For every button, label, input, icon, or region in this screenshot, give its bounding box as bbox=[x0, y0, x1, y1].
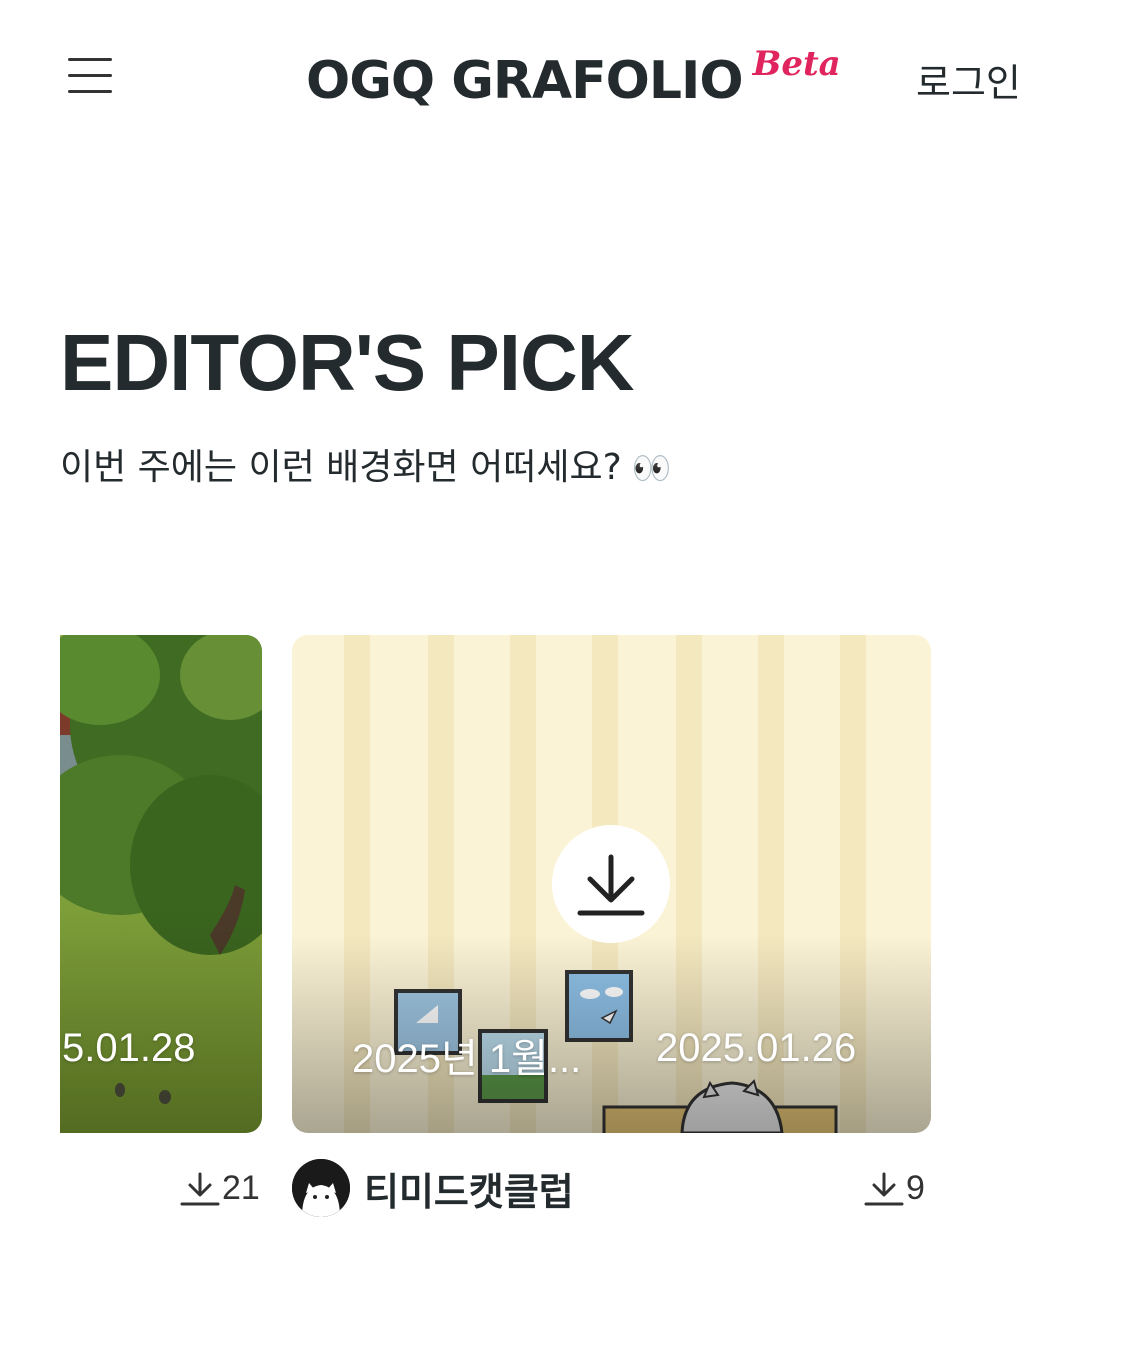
login-link[interactable]: 로그인 bbox=[916, 52, 1021, 107]
author-info[interactable]: 티미드캣클럽 bbox=[292, 1159, 574, 1217]
logo[interactable]: OGQ GRAFOLIO Beta bbox=[306, 44, 841, 111]
download-small-icon bbox=[180, 1172, 220, 1206]
download-small-icon bbox=[864, 1172, 904, 1206]
card-date: 2025.01.26 bbox=[656, 1026, 857, 1070]
download-icon bbox=[577, 854, 645, 916]
download-count[interactable]: 21 bbox=[178, 1160, 260, 1216]
top-header: OGQ GRAFOLIO Beta 로그인 bbox=[0, 0, 1125, 160]
subtitle-text: 이번 주에는 이런 배경화면 어떠세요? bbox=[60, 447, 622, 488]
beta-badge: Beta bbox=[752, 44, 841, 84]
card-title: 2025년 1월... bbox=[352, 1037, 582, 1081]
download-button[interactable] bbox=[552, 825, 670, 943]
section-subtitle: 이번 주에는 이런 배경화면 어떠세요? 👀 bbox=[60, 438, 672, 490]
cat-avatar-icon bbox=[292, 1159, 350, 1217]
download-count-value: 21 bbox=[222, 1168, 260, 1207]
author-name: 티미드캣클럽 bbox=[364, 1169, 574, 1214]
download-count-value: 9 bbox=[906, 1168, 925, 1207]
download-count[interactable]: 9 bbox=[862, 1160, 925, 1216]
logo-text: OGQ GRAFOLIO bbox=[306, 51, 744, 111]
section-title: EDITOR'S PICK bbox=[60, 318, 635, 407]
eyes-emoji: 👀 bbox=[631, 449, 672, 487]
card-date: 5.01.28 bbox=[62, 1026, 196, 1070]
avatar bbox=[292, 1159, 350, 1217]
hamburger-menu-icon[interactable] bbox=[66, 54, 114, 98]
